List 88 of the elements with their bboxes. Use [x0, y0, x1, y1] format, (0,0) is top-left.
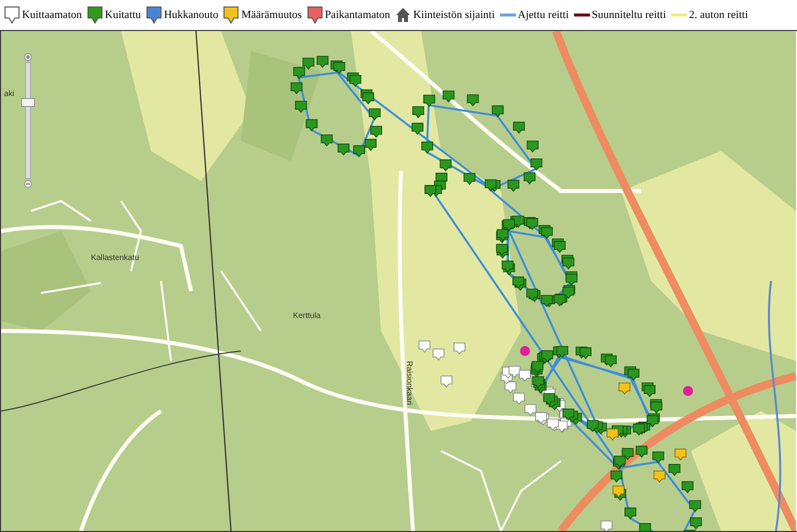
- map-marker[interactable]: [532, 376, 544, 388]
- location-dot[interactable]: [683, 386, 693, 396]
- legend-label: 2. auton reitti: [689, 9, 748, 21]
- map-marker[interactable]: [622, 448, 634, 460]
- map-marker[interactable]: [526, 288, 538, 301]
- map-marker[interactable]: [421, 142, 434, 154]
- map-marker[interactable]: [513, 392, 525, 405]
- map-marker[interactable]: [333, 62, 346, 74]
- map-label: aki: [4, 89, 14, 98]
- map-marker[interactable]: [541, 350, 554, 362]
- map-marker[interactable]: [496, 229, 508, 242]
- map-marker[interactable]: [526, 140, 539, 153]
- map-marker[interactable]: [540, 295, 553, 308]
- map-marker[interactable]: [362, 92, 374, 104]
- location-dot[interactable]: [520, 346, 530, 356]
- map-marker[interactable]: [556, 346, 568, 358]
- map-marker[interactable]: [320, 134, 333, 146]
- map-marker[interactable]: [690, 517, 702, 530]
- map-marker[interactable]: [349, 74, 362, 87]
- map-marker[interactable]: [412, 106, 424, 118]
- map-marker[interactable]: [624, 508, 636, 520]
- map-marker[interactable]: [684, 530, 696, 531]
- map-marker[interactable]: [290, 82, 302, 94]
- legend-label: Kuittaamaton: [22, 9, 82, 21]
- map-marker[interactable]: [423, 94, 436, 107]
- map-marker[interactable]: [518, 370, 531, 382]
- map-marker[interactable]: [370, 126, 382, 138]
- map-marker[interactable]: [466, 94, 479, 106]
- map-marker[interactable]: [554, 241, 566, 254]
- map-marker[interactable]: [586, 420, 599, 432]
- map-marker[interactable]: [546, 418, 559, 431]
- map-marker[interactable]: [562, 258, 574, 270]
- map-marker[interactable]: [636, 446, 648, 458]
- map-marker[interactable]: [562, 286, 574, 299]
- legend-label: Paikantamaton: [324, 9, 390, 21]
- map-marker[interactable]: [496, 244, 508, 256]
- map-marker[interactable]: [412, 122, 424, 135]
- map-marker[interactable]: [302, 58, 314, 70]
- map-marker[interactable]: [682, 481, 694, 494]
- map-marker[interactable]: [295, 100, 307, 113]
- map-marker[interactable]: [338, 144, 350, 156]
- map-marker[interactable]: [306, 119, 318, 132]
- zoom-out-icon[interactable]: [24, 180, 32, 188]
- map-marker[interactable]: [535, 412, 547, 424]
- map-marker[interactable]: [600, 520, 612, 531]
- slider-thumb[interactable]: [21, 98, 35, 108]
- map-marker[interactable]: [484, 179, 497, 192]
- map-marker[interactable]: [689, 500, 702, 512]
- map-marker[interactable]: [316, 56, 328, 68]
- map-marker[interactable]: [614, 456, 626, 468]
- map-marker[interactable]: [526, 218, 538, 230]
- map-marker[interactable]: [610, 470, 622, 483]
- legend-label: Hukkanouto: [164, 9, 218, 21]
- map-marker[interactable]: [442, 90, 454, 103]
- map-marker[interactable]: [628, 368, 640, 381]
- map-marker[interactable]: [507, 180, 520, 192]
- map-marker[interactable]: [368, 108, 381, 120]
- map-marker[interactable]: [604, 355, 617, 368]
- map-marker[interactable]: [513, 122, 525, 134]
- legend-label: Kiinteistön sijainti: [413, 9, 495, 21]
- map-marker[interactable]: [644, 385, 656, 398]
- map-marker[interactable]: [524, 172, 536, 184]
- legend-label: Määrämuutos: [241, 9, 302, 21]
- legend-label: Suunniteltu reitti: [592, 9, 666, 21]
- map-marker[interactable]: [492, 105, 504, 118]
- map-marker[interactable]: [580, 347, 592, 360]
- map-marker[interactable]: [543, 393, 556, 406]
- map-marker[interactable]: [293, 67, 306, 80]
- map-marker[interactable]: [652, 451, 664, 464]
- map-marker[interactable]: [632, 424, 645, 436]
- map-label: Kerttula: [293, 311, 321, 320]
- map-marker[interactable]: [554, 294, 566, 306]
- legend-label: Kuitattu: [104, 9, 141, 21]
- map-marker[interactable]: [646, 415, 658, 428]
- map-marker[interactable]: [562, 408, 574, 421]
- map-marker[interactable]: [503, 219, 515, 232]
- map-marker[interactable]: [639, 523, 651, 531]
- map-marker[interactable]: [512, 276, 524, 289]
- map-label: Raisionkaari: [405, 361, 414, 406]
- map-marker[interactable]: [530, 158, 542, 171]
- legend-label: Ajettu reitti: [518, 9, 569, 21]
- map-marker[interactable]: [508, 366, 520, 378]
- zoom-in-icon[interactable]: [24, 53, 32, 61]
- map-marker[interactable]: [502, 260, 514, 273]
- map-marker[interactable]: [440, 159, 452, 172]
- map-marker[interactable]: [353, 145, 366, 158]
- map-marker[interactable]: [424, 185, 436, 198]
- map-marker[interactable]: [364, 138, 377, 151]
